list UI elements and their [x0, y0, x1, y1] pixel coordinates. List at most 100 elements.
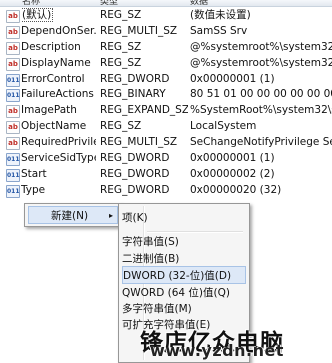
value-data-text: 80 51 01 00 00 00 00 00 00 00 — [190, 88, 332, 101]
value-data-text: (数值未设置) — [190, 9, 251, 21]
string-value-icon: ab — [6, 105, 20, 119]
value-data-text: %SystemRoot%\system32\svch — [190, 104, 332, 117]
value-data: 0x00000002 (2) — [190, 167, 332, 183]
registry-value-row[interactable]: ab Description REG_SZ @%systemroot%\system3… — [0, 40, 332, 56]
value-type: REG_EXPAND_SZ — [100, 103, 188, 119]
value-type: REG_DWORD — [100, 151, 188, 167]
value-name-text: ImagePath — [21, 104, 77, 117]
value-name: RequiredPrivile... — [21, 135, 96, 151]
watermark-url: www.yzdn.net — [150, 341, 284, 360]
value-data: 80 51 01 00 00 00 00 00 00 00 — [190, 87, 332, 103]
value-name-text: RequiredPrivile... — [21, 136, 96, 149]
string-value-icon: ab — [6, 10, 20, 23]
binary-value-icon: 011 — [6, 153, 20, 167]
value-data-text: SeChangeNotifyPrivilege SeImp — [190, 136, 332, 149]
value-name: Start — [21, 167, 96, 183]
value-type: REG_DWORD — [100, 167, 188, 183]
value-name-text: Type — [21, 183, 46, 196]
value-name: ServiceSidType — [21, 151, 96, 167]
value-name-text: ErrorControl — [21, 72, 85, 85]
menu-item-key-label: 项(K) — [122, 212, 148, 224]
value-type-text: REG_DWORD — [100, 72, 170, 85]
value-type-text: REG_SZ — [100, 9, 142, 21]
value-name: Type — [21, 183, 96, 199]
registry-value-row[interactable]: ab DisplayName REG_SZ @%systemroot%\system3… — [0, 56, 332, 72]
value-data: @%systemroot%\system32\srv — [190, 56, 332, 72]
binary-value-icon: 011 — [6, 184, 20, 198]
value-type: REG_SZ — [100, 119, 188, 135]
value-data: @%systemroot%\system32\srv — [190, 40, 332, 56]
value-name: (默认) — [21, 8, 96, 24]
value-type-text: REG_MULTI_SZ — [100, 24, 178, 37]
value-data-text: 0x00000002 (2) — [190, 167, 275, 180]
registry-values-list: ab (默认) REG_SZ (数值未设置) ab DependOnSer... REG_M… — [0, 8, 332, 199]
registry-value-row[interactable]: 011 FailureActions REG_BINARY 80 51 01 00 0… — [0, 87, 332, 103]
value-name-text: FailureActions — [21, 88, 94, 101]
menu-item-new[interactable]: 新建(N) ▸ — [28, 206, 118, 224]
value-type-text: REG_DWORD — [100, 183, 170, 196]
value-data-text: SamSS Srv — [190, 24, 248, 37]
value-data: SeChangeNotifyPrivilege SeImp — [190, 135, 332, 151]
value-name: DisplayName — [21, 56, 96, 72]
column-name-header[interactable]: 名称 — [22, 0, 40, 6]
registry-value-row[interactable]: abRequiredPrivile... REG_MULTI_SZ SeChange… — [0, 135, 332, 151]
menu-item-key[interactable]: 项(K) — [122, 209, 246, 227]
value-type-text: REG_SZ — [100, 56, 142, 69]
value-name: ImagePath — [21, 103, 96, 119]
value-data: (数值未设置) — [190, 8, 332, 24]
binary-value-icon: 011 — [6, 168, 20, 182]
registry-value-row[interactable]: ab ObjectName REG_SZ LocalSystem — [0, 119, 332, 135]
value-name-text: ServiceSidType — [21, 152, 96, 165]
value-name: FailureActions — [21, 87, 96, 103]
registry-value-row[interactable]: 011 ServiceSidType REG_DWORD 0x00000001 (1) — [0, 151, 332, 167]
value-data-text: 0x00000001 (1) — [190, 72, 275, 85]
string-value-icon: ab — [6, 121, 20, 135]
registry-value-row[interactable]: 011 ErrorControl REG_DWORD 0x00000001 (1) — [0, 72, 332, 88]
value-type-text: REG_EXPAND_SZ — [100, 104, 188, 117]
value-name: ErrorControl — [21, 72, 96, 88]
column-type-header[interactable]: 类型 — [100, 0, 118, 6]
value-name: Description — [21, 40, 96, 56]
menu-item-dword-value[interactable]: DWORD (32-位)值(D) — [122, 266, 246, 284]
value-type: REG_MULTI_SZ — [100, 135, 188, 151]
value-name: DependOnSer... — [21, 24, 96, 40]
column-data-header[interactable]: 数据 — [190, 0, 208, 6]
value-type-text: REG_BINARY — [100, 88, 166, 101]
value-type: REG_MULTI_SZ — [100, 24, 188, 40]
value-type-text: REG_SZ — [100, 120, 142, 133]
string-value-icon: ab — [6, 57, 20, 71]
value-type: REG_SZ — [100, 8, 188, 24]
value-type: REG_BINARY — [100, 87, 188, 103]
menu-item-new-label: 新建(N) — [51, 210, 89, 222]
binary-value-icon: 011 — [6, 73, 20, 87]
string-value-icon: ab — [6, 41, 20, 55]
value-name-text: DisplayName — [21, 56, 91, 69]
registry-value-row[interactable]: 011 Type REG_DWORD 0x00000020 (32) — [0, 183, 332, 199]
value-type: REG_DWORD — [100, 183, 188, 199]
value-type: REG_SZ — [100, 56, 188, 72]
registry-value-row[interactable]: ab (默认) REG_SZ (数值未设置) — [0, 8, 332, 24]
registry-value-row[interactable]: ab DependOnSer... REG_MULTI_SZ SamSS Srv — [0, 24, 332, 40]
value-type-text: REG_DWORD — [100, 167, 170, 180]
string-value-icon: ab — [6, 137, 20, 151]
value-name-text: Description — [21, 40, 81, 53]
value-name: ObjectName — [21, 119, 96, 135]
binary-value-icon: 011 — [6, 89, 20, 103]
value-data-text: @%systemroot%\system32\srv — [190, 56, 332, 69]
registry-value-row[interactable]: ab ImagePath REG_EXPAND_SZ %SystemRoot%\sys… — [0, 103, 332, 119]
menu-item-dword-value-label: DWORD (32-位)值(D) — [123, 270, 232, 282]
value-data-text: 0x00000001 (1) — [190, 152, 275, 165]
value-data: %SystemRoot%\system32\svch — [190, 103, 332, 119]
value-type: REG_DWORD — [100, 72, 188, 88]
menu-item-string-value-label: 字符串值(S) — [122, 236, 179, 248]
value-type: REG_SZ — [100, 40, 188, 56]
value-data: 0x00000001 (1) — [190, 151, 332, 167]
menu-item-string-value[interactable]: 字符串值(S) — [122, 233, 246, 251]
registry-value-row[interactable]: 011 Start REG_DWORD 0x00000002 (2) — [0, 167, 332, 183]
column-header: 名称 类型 数据 — [0, 0, 332, 7]
value-data: LocalSystem — [190, 119, 332, 135]
value-type-text: REG_DWORD — [100, 152, 170, 165]
value-data-text: LocalSystem — [190, 120, 257, 133]
value-data: SamSS Srv — [190, 24, 332, 40]
value-data: 0x00000001 (1) — [190, 72, 332, 88]
